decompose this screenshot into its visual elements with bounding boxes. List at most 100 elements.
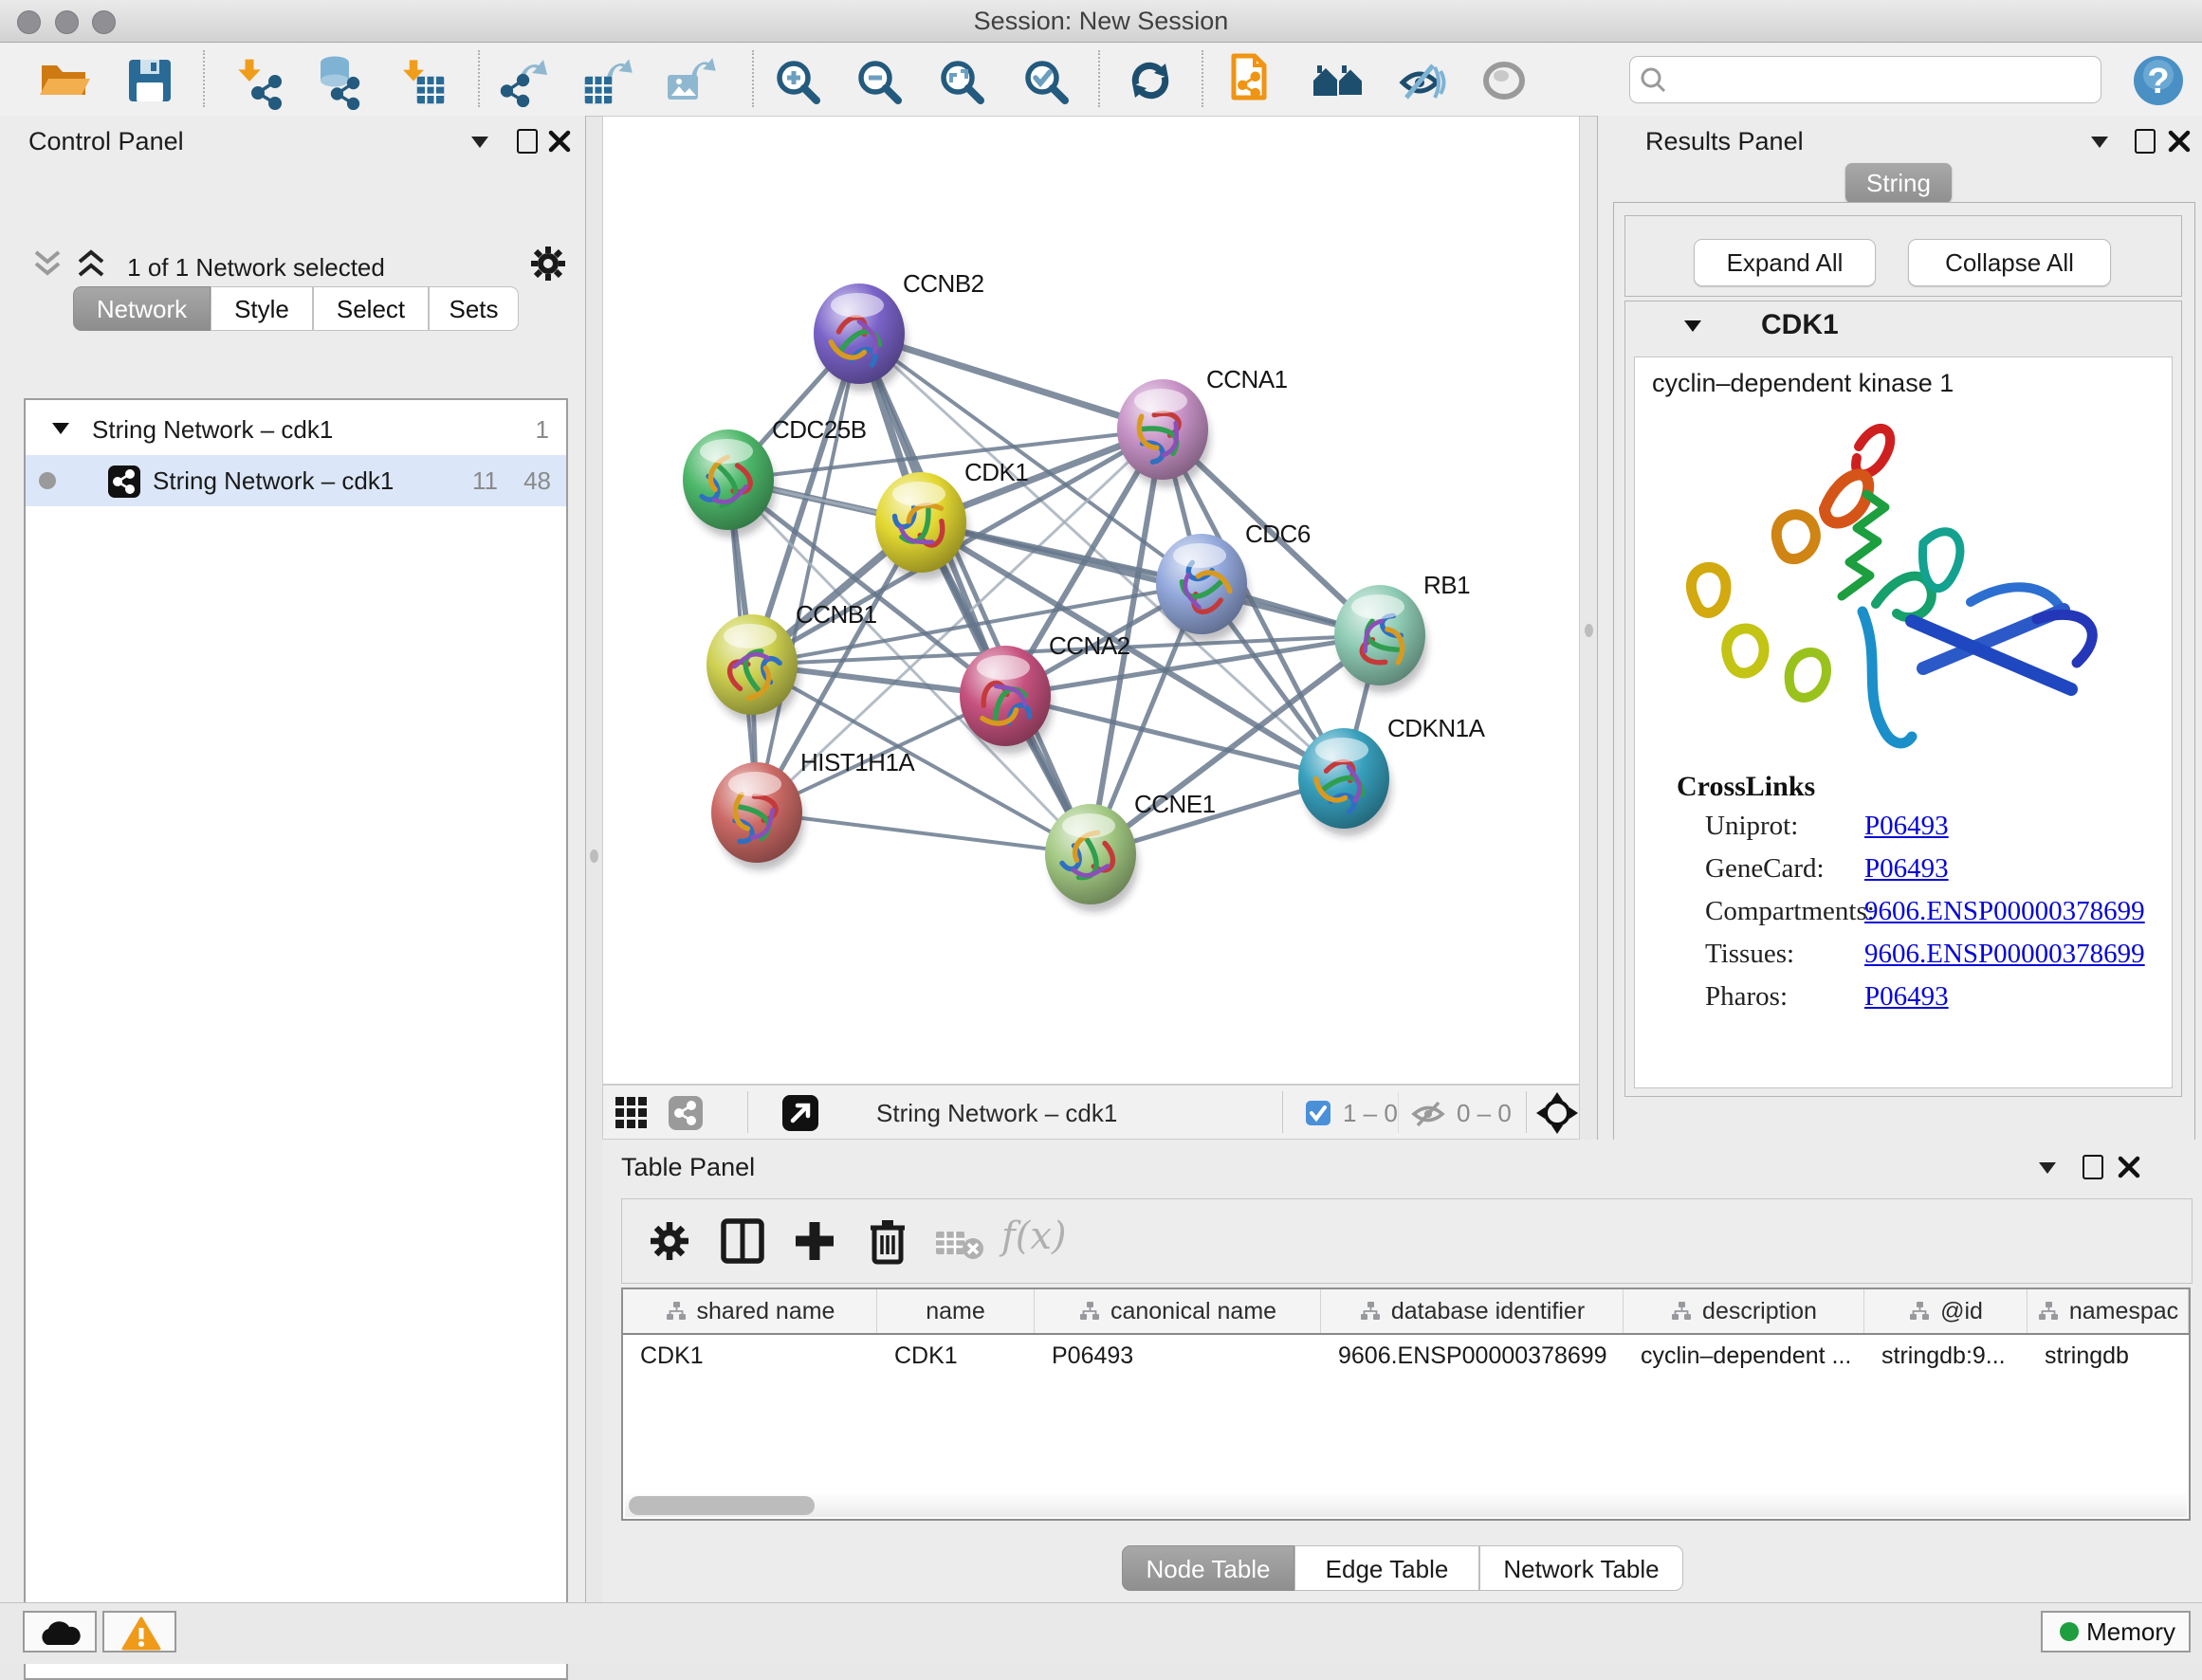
column-header-@id[interactable]: @id — [1864, 1289, 2028, 1333]
network-node-CCNB2[interactable] — [814, 283, 907, 392]
birds-eye-grid-icon[interactable] — [615, 1096, 649, 1130]
crosslink-link[interactable]: 9606.ENSP00000378699 — [1864, 939, 2145, 970]
control-panel-float-icon[interactable] — [471, 137, 488, 148]
network-selected-status: 1 of 1 Network selected — [0, 253, 512, 283]
tab-sets[interactable]: Sets — [429, 286, 519, 331]
network-edge-CCNE1-HIST1H1A[interactable] — [757, 813, 1091, 854]
open-session-icon[interactable] — [40, 65, 90, 95]
import-network-database-icon[interactable] — [321, 57, 359, 110]
column-header-description[interactable]: description — [1624, 1289, 1864, 1333]
tab-string[interactable]: String — [1845, 163, 1952, 203]
gene-section-header[interactable]: CDK1 — [1625, 301, 2181, 353]
zoom-selected-icon[interactable] — [1028, 64, 1065, 100]
table-cell[interactable]: cyclin–dependent ... — [1624, 1335, 1864, 1377]
export-image-icon[interactable] — [668, 58, 716, 100]
zoom-fit-icon[interactable] — [944, 64, 981, 100]
results-panel-maximize-icon[interactable] — [2135, 129, 2156, 154]
fit-selected-crosshair-icon[interactable] — [1536, 1092, 1578, 1134]
network-canvas[interactable]: CCNB2CCNA1CDC25BCDK1CDC6RB1CCNB1CCNA2CDK… — [602, 116, 1580, 1085]
crosslink-link[interactable]: 9606.ENSP00000378699 — [1864, 896, 2145, 927]
search-input[interactable] — [1672, 59, 2093, 99]
control-panel-close-icon[interactable] — [548, 130, 571, 153]
gray-eye-icon[interactable] — [1486, 64, 1522, 97]
warning-icon — [121, 1616, 161, 1651]
selected-checkbox-icon[interactable] — [1305, 1100, 1331, 1126]
import-table-icon[interactable] — [403, 60, 444, 103]
zoom-out-icon[interactable] — [861, 64, 898, 100]
results-panel-float-icon[interactable] — [2091, 137, 2108, 148]
refresh-icon[interactable] — [1132, 64, 1168, 98]
table-cell[interactable]: P06493 — [1035, 1335, 1321, 1377]
network-node-HIST1H1A[interactable] — [711, 762, 804, 870]
right-splitter-handle[interactable] — [1585, 624, 1593, 637]
network-edge-CCNB2-HIST1H1A[interactable] — [757, 334, 859, 813]
network-node-CCNA1[interactable] — [1117, 379, 1210, 487]
network-node-CDC6[interactable] — [1156, 534, 1249, 642]
table-panel-float-icon[interactable] — [2039, 1162, 2056, 1174]
gene-collapse-caret[interactable] — [1684, 320, 1701, 332]
table-row[interactable]: CDK1CDK1P064939606.ENSP00000378699cyclin… — [623, 1335, 2189, 1377]
network-node-CDK1[interactable] — [875, 472, 968, 580]
collapse-all-button[interactable]: Collapse All — [1908, 239, 2111, 286]
tab-node-table[interactable]: Node Table — [1122, 1545, 1294, 1591]
table-panel-close-icon[interactable] — [2118, 1156, 2140, 1178]
expand-all-button[interactable]: Expand All — [1694, 239, 1876, 286]
network-edge-CDK1-RB1[interactable] — [921, 522, 1380, 635]
import-network-icon[interactable] — [238, 60, 281, 110]
collection-expand-caret[interactable] — [52, 423, 69, 434]
save-session-icon[interactable] — [129, 60, 171, 101]
network-node-CDKN1A[interactable] — [1298, 728, 1391, 836]
table-gear-icon[interactable] — [649, 1220, 690, 1262]
network-options-gear-icon[interactable] — [529, 245, 567, 283]
search-box[interactable] — [1629, 56, 2101, 103]
network-row-selected[interactable]: String Network – cdk1 11 48 — [26, 455, 566, 506]
column-header-database-identifier[interactable]: database identifier — [1321, 1289, 1624, 1333]
create-column-plus-icon[interactable] — [793, 1218, 836, 1264]
delete-column-trash-icon[interactable] — [867, 1216, 908, 1266]
open-in-window-icon[interactable] — [781, 1094, 819, 1132]
network-collection-row[interactable]: String Network – cdk1 1 — [26, 404, 566, 455]
network-node-CCNB1[interactable] — [706, 614, 799, 722]
control-panel-maximize-icon[interactable] — [517, 129, 538, 154]
network-node-RB1[interactable] — [1334, 585, 1427, 693]
node-table[interactable]: shared namenamecanonical namedatabase id… — [621, 1287, 2191, 1521]
export-table-icon[interactable] — [585, 59, 633, 103]
share-view-icon[interactable] — [668, 1095, 704, 1131]
network-node-CCNE1[interactable] — [1045, 804, 1138, 912]
column-header-namespac[interactable]: namespac — [2028, 1289, 2189, 1333]
tab-edge-table[interactable]: Edge Table — [1294, 1545, 1479, 1591]
table-cell[interactable]: 9606.ENSP00000378699 — [1321, 1335, 1624, 1377]
tab-select[interactable]: Select — [313, 286, 429, 331]
help-icon[interactable]: ? — [2132, 54, 2185, 107]
tab-network[interactable]: Network — [73, 286, 211, 331]
left-splitter-handle[interactable] — [590, 849, 598, 863]
hide-unhide-icon[interactable] — [1403, 65, 1444, 98]
tab-network-table[interactable]: Network Table — [1479, 1545, 1683, 1591]
column-header-name[interactable]: name — [877, 1289, 1035, 1333]
column-header-shared-name[interactable]: shared name — [623, 1289, 877, 1333]
crosslink-link[interactable]: P06493 — [1864, 981, 1949, 1013]
network-node-CDC25B[interactable] — [683, 429, 776, 538]
table-cell[interactable]: stringdb — [2028, 1335, 2189, 1377]
zoom-in-icon[interactable] — [780, 64, 817, 100]
table-cell[interactable]: stringdb:9... — [1864, 1335, 2028, 1377]
tab-style[interactable]: Style — [211, 286, 313, 331]
table-cell[interactable]: CDK1 — [877, 1335, 1035, 1377]
export-network-icon[interactable] — [501, 60, 547, 107]
string-network-graph[interactable]: CCNB2CCNA1CDC25BCDK1CDC6RB1CCNB1CCNA2CDK… — [603, 117, 1579, 1084]
warnings-button[interactable] — [102, 1611, 176, 1653]
results-panel-close-icon[interactable] — [2168, 130, 2191, 153]
table-cell[interactable]: CDK1 — [623, 1335, 877, 1377]
scrollbar-thumb[interactable] — [629, 1496, 815, 1515]
network-node-CCNA2[interactable] — [960, 646, 1053, 754]
column-header-canonical-name[interactable]: canonical name — [1035, 1289, 1321, 1333]
string-document-icon[interactable] — [1234, 56, 1264, 98]
crosslink-link[interactable]: P06493 — [1864, 811, 1949, 842]
table-horizontal-scrollbar[interactable] — [625, 1494, 2187, 1517]
home-networks-icon[interactable] — [1313, 65, 1363, 96]
memory-button[interactable]: Memory — [2041, 1611, 2191, 1653]
table-panel-maximize-icon[interactable] — [2083, 1155, 2103, 1179]
cloud-button[interactable] — [23, 1611, 97, 1653]
crosslink-link[interactable]: P06493 — [1864, 853, 1949, 885]
show-columns-icon[interactable] — [721, 1218, 764, 1264]
